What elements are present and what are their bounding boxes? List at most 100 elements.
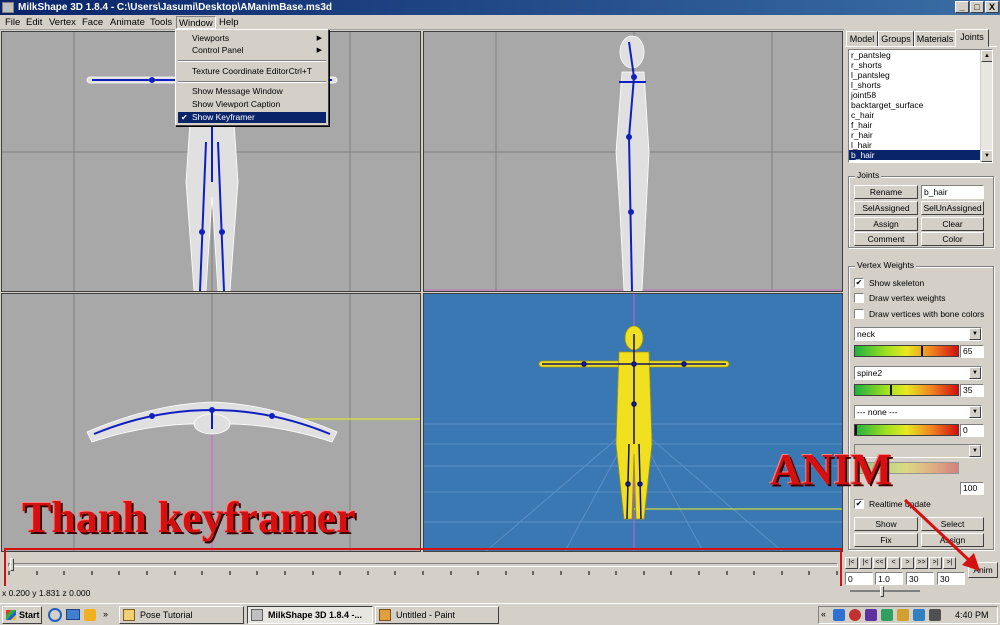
keyframer-annotation: Thanh keyframer [22,493,356,542]
rename-button[interactable]: Rename [854,185,918,199]
joint-list-item[interactable]: joint58 [849,90,992,100]
joint-list-item[interactable]: l_pantsleg [849,70,992,80]
draw-vertex-weights-checkbox[interactable]: Draw vertex weights [854,292,946,304]
weight-slider-3[interactable] [854,424,959,436]
bone-select-3[interactable]: --- none --- ▼ [854,405,982,419]
paint-icon [379,609,391,621]
show-skeleton-checkbox[interactable]: ✔ Show skeleton [854,277,924,289]
sel-assigned-button[interactable]: SelAssigned [854,201,918,215]
scroll-up-icon[interactable]: ▲ [981,50,992,62]
weight-slider-1[interactable] [854,345,959,357]
chevron-down-icon: ▼ [969,328,981,340]
bone-select-2[interactable]: spine2 ▼ [854,366,982,380]
weight-slider-2[interactable] [854,384,959,396]
joint-list-item[interactable]: l_hair [849,140,992,150]
tray-app-icon[interactable] [913,609,925,621]
weight-value-3[interactable]: 0 [960,424,984,437]
app-icon [2,2,14,13]
joint-list-item[interactable]: r_shorts [849,60,992,70]
menu-help[interactable]: Help [217,16,241,29]
tray-app-icon[interactable] [865,609,877,621]
tray-app-icon[interactable] [881,609,893,621]
menu-edit[interactable]: Edit [24,16,44,29]
menu-item-show-viewport-caption[interactable]: Show Viewport Caption [178,99,326,110]
joint-name-field[interactable]: b_hair [921,185,984,199]
task-milkshape[interactable]: MilkShape 3D 1.8.4 -... [247,606,373,624]
sel-unassigned-button[interactable]: SelUnAssigned [921,201,984,215]
joints-list[interactable]: r_pantsleg r_shorts l_pantsleg l_shorts … [848,49,993,163]
menu-face[interactable]: Face [80,16,105,29]
tab-model[interactable]: Model [846,31,878,47]
tab-groups[interactable]: Groups [878,31,914,47]
draw-vertices-bone-colors-checkbox[interactable]: Draw vertices with bone colors [854,308,984,320]
joint-list-item-selected[interactable]: b_hair [849,150,992,160]
weight-value-4[interactable]: 100 [960,482,984,495]
checkmark-icon: ✔ [854,278,864,288]
menu-item-viewports[interactable]: Viewports ▶ [178,33,326,44]
joint-list-item[interactable]: l_shorts [849,80,992,90]
prev-key-button[interactable]: |< [859,557,872,569]
speed-slider-thumb[interactable] [880,586,884,597]
system-tray: « 4:40 PM [818,606,998,624]
menu-file[interactable]: File [3,16,22,29]
assign-button[interactable]: Assign [854,217,918,231]
menu-item-texture-coordinate-editor[interactable]: Texture Coordinate Editor Ctrl+T [178,66,326,77]
menu-tools[interactable]: Tools [148,16,174,29]
color-button[interactable]: Color [921,232,984,246]
task-pose-tutorial[interactable]: Pose Tutorial [119,606,244,624]
quicklaunch-chevron-icon[interactable]: » [103,609,108,619]
menu-animate[interactable]: Animate [108,16,147,29]
scroll-down-icon[interactable]: ▼ [981,150,992,162]
tray-app-icon[interactable] [897,609,909,621]
show-desktop-icon[interactable] [66,609,80,620]
joint-list-item[interactable]: r_pantsleg [849,50,992,60]
bone-select-1[interactable]: neck ▼ [854,327,982,341]
viewport-side[interactable] [423,31,843,292]
menu-item-show-message-window[interactable]: Show Message Window [178,86,326,97]
media-player-icon[interactable] [84,609,96,621]
maximize-button[interactable]: □ [970,1,984,13]
ie-icon[interactable] [48,608,62,622]
comment-button[interactable]: Comment [854,232,918,246]
menu-item-show-keyframer[interactable]: ✔ Show Keyframer [178,112,326,123]
menu-bar: File Edit Vertex Face Animate Tools Wind… [0,15,1000,30]
rewind-button[interactable]: << [873,557,886,569]
speed-slider-track[interactable] [850,590,920,592]
menu-item-control-panel[interactable]: Control Panel ▶ [178,45,326,56]
tray-app-icon[interactable] [849,609,861,621]
volume-icon[interactable] [929,609,941,621]
clock[interactable]: 4:40 PM [955,609,989,621]
joint-list-item[interactable]: c_hair [849,110,992,120]
tab-joints[interactable]: Joints [955,29,989,47]
viewport-3d[interactable] [423,293,843,552]
minimize-button[interactable]: _ [955,1,969,13]
prev-frame-button[interactable]: < [887,557,900,569]
joint-list-item[interactable]: backtarget_surface [849,100,992,110]
frame-start-field[interactable]: 0 [845,572,873,585]
shortcut-label: Ctrl+T [288,66,312,76]
clear-button[interactable]: Clear [921,217,984,231]
task-paint[interactable]: Untitled - Paint [375,606,499,624]
chevron-down-icon: ▼ [969,445,981,457]
window-titlebar[interactable]: MilkShape 3D 1.8.4 - C:\Users\Jasumi\Des… [0,0,1000,15]
joint-list-item[interactable]: f_hair [849,120,992,130]
checkmark-icon: ✔ [181,113,188,122]
menu-vertex[interactable]: Vertex [47,16,78,29]
window-title: MilkShape 3D 1.8.4 - C:\Users\Jasumi\Des… [18,2,333,13]
windows-logo-icon [6,610,16,620]
tab-materials[interactable]: Materials [914,31,956,47]
menu-separator [178,81,326,83]
close-button[interactable]: X [985,1,999,13]
joints-list-scrollbar[interactable]: ▲ ▼ [980,50,992,162]
first-frame-button[interactable]: |< [845,557,858,569]
menu-window[interactable]: Window [176,16,216,29]
start-button[interactable]: Start [2,606,42,624]
milkshape-icon [251,609,263,621]
frame-step-field[interactable]: 1.0 [875,572,903,585]
tray-app-icon[interactable] [833,609,845,621]
tray-chevron-icon[interactable]: « [821,609,826,619]
checkmark-icon: ✔ [854,499,864,509]
weight-value-2[interactable]: 35 [960,384,984,397]
weight-value-1[interactable]: 65 [960,345,984,358]
joint-list-item[interactable]: r_hair [849,130,992,140]
